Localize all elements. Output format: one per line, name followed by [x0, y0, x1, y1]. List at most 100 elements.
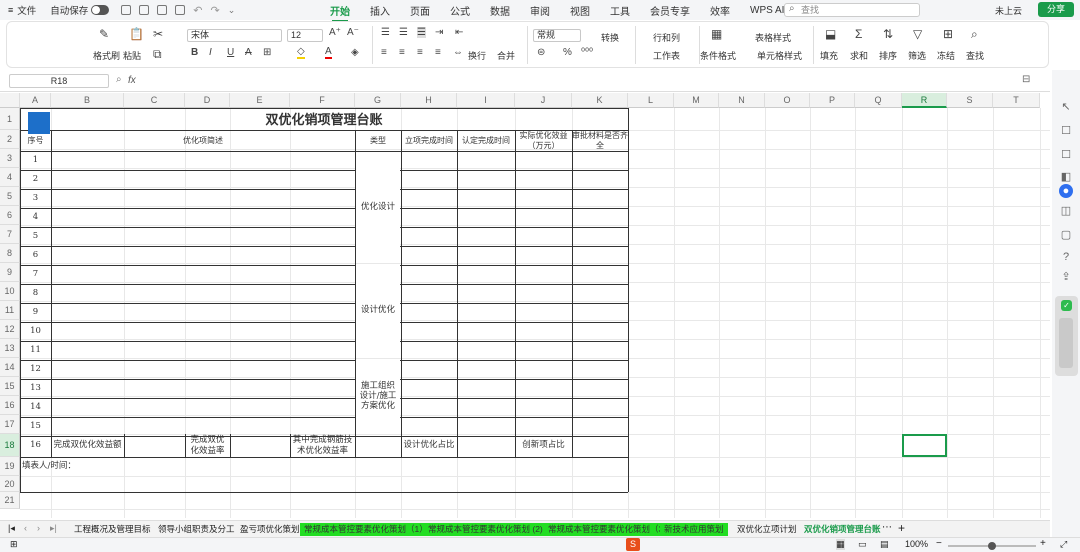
row-header-20[interactable]: 20 — [0, 476, 20, 492]
column-header-H[interactable]: H — [401, 93, 457, 108]
row-header-5[interactable]: 5 — [0, 187, 20, 206]
sheet-tab-2[interactable]: 盈亏项优化策划 — [236, 523, 304, 536]
rows-cols-button[interactable]: 行和列 — [653, 31, 680, 44]
row-header-3[interactable]: 3 — [0, 149, 20, 168]
cond-format-icon[interactable]: ▦ — [711, 27, 722, 41]
column-header-T[interactable]: T — [993, 93, 1040, 108]
help-icon[interactable]: ? — [1059, 250, 1073, 264]
fill-icon[interactable]: ⬓ — [825, 27, 836, 41]
paste-button[interactable]: 粘贴 — [123, 49, 141, 62]
column-header-C[interactable]: C — [124, 93, 185, 108]
spreadsheet-grid[interactable]: A B C D E F G H I J K L M N O P Q R S T 1 2 3 4 5 6 7 8 9 10 11 12 13 14 1… — [0, 93, 1050, 518]
column-header-F[interactable]: F — [290, 93, 355, 108]
page-layout-icon[interactable]: ▭ — [858, 539, 867, 550]
print-preview-icon[interactable] — [175, 5, 186, 15]
font-size-select[interactable]: 12 — [287, 29, 323, 42]
column-header-P[interactable]: P — [810, 93, 855, 108]
font-shrink-icon[interactable]: A⁻ — [347, 27, 359, 38]
font-select[interactable]: 宋体 — [187, 29, 282, 42]
page-break-icon[interactable]: ▤ — [880, 539, 889, 550]
column-header-R[interactable]: R — [902, 93, 947, 108]
search-input[interactable]: 查找 — [784, 3, 920, 17]
tab-9[interactable]: 效率 — [710, 3, 730, 18]
tab-7[interactable]: 工具 — [610, 3, 630, 18]
column-header-A[interactable]: A — [20, 93, 51, 108]
more-sheets-icon[interactable]: ⋯ — [882, 522, 892, 533]
formula-expand-icon[interactable]: ⊟ — [1022, 74, 1030, 85]
cond-format-button[interactable]: 条件格式 — [700, 49, 736, 62]
sheet-tab-0[interactable]: 工程概况及管理目标 — [70, 523, 155, 536]
last-sheet-icon[interactable]: ▸| — [50, 523, 57, 534]
column-header-E[interactable]: E — [230, 93, 290, 108]
undo-icon[interactable]: ↶ — [193, 4, 202, 17]
merge-button[interactable]: 合并 — [497, 49, 515, 62]
paste-icon[interactable]: 📋 — [129, 27, 144, 41]
cut-icon[interactable]: ✂ — [153, 27, 163, 41]
row-header-1[interactable]: 1 — [0, 108, 20, 130]
tab-6[interactable]: 视图 — [570, 3, 590, 18]
row-header-17[interactable]: 17 — [0, 415, 20, 434]
font-grow-icon[interactable]: A⁺ — [329, 27, 341, 38]
zoom-level[interactable]: 100% — [905, 539, 928, 549]
tab-4[interactable]: 数据 — [490, 3, 510, 18]
align-middle-icon[interactable]: ☰ — [399, 27, 408, 38]
column-header-J[interactable]: J — [515, 93, 572, 108]
sheet-tab-5[interactable]: 常规成本管控要素优化策划（3） — [544, 523, 676, 536]
convert-button[interactable]: 转换 — [601, 31, 619, 44]
cloud-status[interactable]: 未上云 — [995, 4, 1022, 17]
find-button[interactable]: 查找 — [966, 49, 984, 62]
save-icon[interactable] — [121, 5, 132, 15]
row-header-7[interactable]: 7 — [0, 225, 20, 244]
underline-icon[interactable]: U — [227, 47, 234, 58]
sheet-tab-7[interactable]: 双优化立项计划 — [733, 523, 801, 536]
zoom-slider[interactable] — [948, 542, 1036, 550]
table-style-button[interactable]: 表格样式 — [755, 31, 791, 44]
justify-icon[interactable]: ≡ — [435, 47, 441, 58]
row-header-15[interactable]: 15 — [0, 377, 20, 396]
currency-icon[interactable]: ⊜ — [537, 47, 545, 58]
zoom-out-icon[interactable]: − — [936, 538, 942, 549]
worksheet-button[interactable]: 工作表 — [653, 49, 680, 62]
border-icon[interactable]: ⊞ — [263, 47, 271, 58]
filter-icon[interactable]: ▽ — [913, 27, 922, 41]
distribute-icon[interactable]: ⇔ — [453, 47, 463, 58]
add-sheet-icon[interactable]: + — [898, 521, 905, 535]
italic-icon[interactable]: I — [209, 47, 212, 58]
book-icon[interactable]: ▢ — [1059, 228, 1073, 242]
column-header-D[interactable]: D — [185, 93, 230, 108]
row-header-19[interactable]: 19 — [0, 457, 20, 476]
column-header-L[interactable]: L — [628, 93, 674, 108]
sheet-tab-1[interactable]: 领导小组职责及分工 — [154, 523, 239, 536]
ai-assistant-icon[interactable]: ● — [1059, 184, 1073, 198]
row-header-8[interactable]: 8 — [0, 244, 20, 263]
clear-icon[interactable]: ◈ — [351, 47, 359, 58]
find-icon[interactable]: ⌕ — [971, 27, 978, 42]
number-format-select[interactable]: 常规 — [533, 29, 581, 42]
share-sidebar-icon[interactable]: ⇪ — [1059, 270, 1073, 284]
normal-view-icon[interactable]: ▦ — [836, 539, 845, 550]
column-header-Q[interactable]: Q — [855, 93, 902, 108]
tab-3[interactable]: 公式 — [450, 3, 470, 18]
row-header-11[interactable]: 11 — [0, 301, 20, 320]
column-header-S[interactable]: S — [947, 93, 993, 108]
file-menu[interactable]: 文件 — [17, 3, 36, 17]
column-header-I[interactable]: I — [457, 93, 515, 108]
autosave-toggle[interactable] — [91, 5, 110, 15]
outdent-icon[interactable]: ⇤ — [455, 27, 463, 38]
sheet-tab-8[interactable]: 双优化销项管理台账 — [800, 523, 885, 536]
sum-button[interactable]: 求和 — [850, 49, 868, 62]
align-bottom-icon[interactable]: ☰ — [417, 27, 426, 38]
row-header-13[interactable]: 13 — [0, 339, 20, 358]
tab-8[interactable]: 会员专享 — [650, 3, 690, 18]
tools-icon[interactable]: ◫ — [1059, 204, 1073, 218]
align-top-icon[interactable]: ☰ — [381, 27, 390, 38]
thousands-icon[interactable]: ⁰⁰⁰ — [581, 47, 593, 58]
filter-button[interactable]: 筛选 — [908, 49, 926, 62]
freeze-button[interactable]: 冻结 — [937, 49, 955, 62]
print-icon[interactable] — [157, 5, 168, 15]
wrap-button[interactable]: 换行 — [468, 49, 486, 62]
ime-icon[interactable]: S — [626, 538, 640, 551]
tab-10[interactable]: WPS AI — [750, 5, 784, 16]
sort-icon[interactable]: ⇅ — [883, 27, 893, 41]
column-header-O[interactable]: O — [765, 93, 810, 108]
